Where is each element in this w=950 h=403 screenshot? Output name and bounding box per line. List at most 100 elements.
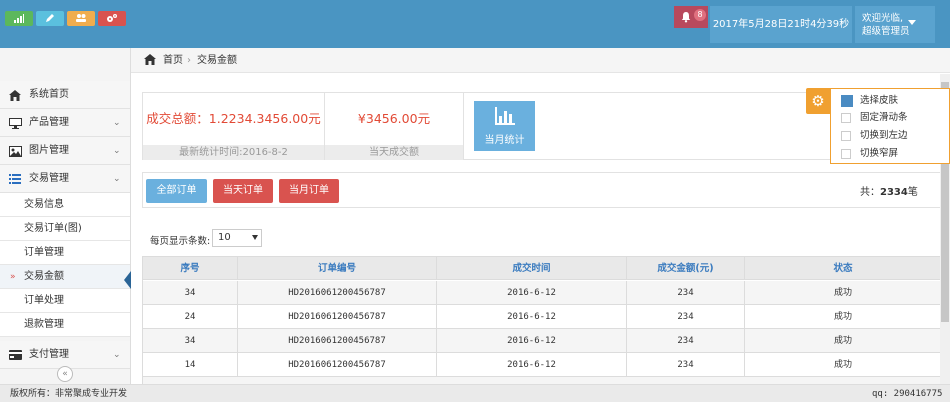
skin-option-label: 切换到左边 [860, 130, 908, 141]
filter-all-button[interactable]: 全部订单 [146, 179, 207, 203]
home-icon [144, 48, 156, 75]
sidebar-subitem-label: 交易订单(图) [24, 223, 82, 234]
table-row[interactable]: 34 HD2016061200456787 2016-6-12 234 成功 [143, 281, 941, 305]
total-count-value: 2334 [880, 187, 908, 198]
cell-time: 2016-6-12 [437, 353, 627, 376]
sidebar-item-label: 支付管理 [29, 349, 69, 360]
column-header-status[interactable]: 状态 [745, 257, 941, 279]
skin-option-label: 选择皮肤 [860, 95, 899, 106]
shortcut-users-button[interactable] [67, 11, 95, 26]
shortcut-edit-button[interactable] [36, 11, 64, 26]
table-row[interactable]: 34 HD2016061200456787 2016-6-12 234 成功 [143, 329, 941, 353]
sidebar-subitem-order-manage[interactable]: 订单管理 [0, 241, 130, 265]
sidebar-item-transactions[interactable]: 交易管理 ⌄ [0, 165, 130, 193]
copyright-text: 版权所有：非常聚成专业开发 [10, 389, 128, 399]
sidebar-collapse-button[interactable]: « [57, 366, 73, 382]
stat-today-cell: ¥3456.00元 当天成交额 [325, 93, 464, 160]
list-icon [8, 165, 22, 196]
sidebar-subitem-order-process[interactable]: 订单处理 [0, 289, 130, 313]
sidebar-subitem-label: 交易金额 [24, 271, 64, 282]
monthly-stats-button[interactable]: 当月统计 [474, 101, 535, 151]
stat-today-value: ¥3456.00元 [357, 111, 431, 126]
caret-down-icon [252, 235, 258, 240]
stat-today-caption: 当天成交额 [325, 145, 463, 160]
cell-index: 24 [143, 305, 238, 328]
settings-toggle-button[interactable]: ⚙ [806, 88, 830, 114]
stat-total-cell: 成交总额：1.2234.3456.00元 最新统计时间:2016-8-2 [143, 93, 325, 160]
skin-option-label: 固定滑动条 [860, 112, 908, 123]
breadcrumb: 首页 › 交易金额 [131, 48, 950, 73]
footer: 版权所有：非常聚成专业开发 qq: 290416775 [0, 384, 950, 402]
cell-amount: 234 [627, 353, 745, 376]
cell-status: 成功 [833, 288, 852, 298]
column-header-amount[interactable]: 成交金额(元) [627, 257, 745, 279]
user-menu[interactable]: 欢迎光临, 超级管理员 [855, 6, 935, 43]
user-role: 超级管理员 [862, 26, 910, 37]
sidebar-subitem-amount[interactable]: » 交易金额 [0, 265, 130, 289]
page-size-value: 10 [218, 232, 231, 243]
welcome-text: 欢迎光临, [862, 13, 904, 24]
sidebar-item-payments[interactable]: 支付管理 ⌄ [0, 341, 130, 369]
sidebar-item-images[interactable]: 图片管理 ⌄ [0, 137, 130, 165]
shortcut-signal-button[interactable] [5, 11, 33, 26]
sidebar-item-home[interactable]: 系统首页 [0, 81, 130, 109]
contact-qq: qq: 290416775 [872, 389, 943, 399]
sidebar-subitem-order-chart[interactable]: 交易订单(图) [0, 217, 130, 241]
current-datetime: 2017年5月28日21时4分39秒 [710, 6, 852, 43]
total-suffix: 笔 [907, 187, 918, 198]
sidebar-item-label: 产品管理 [29, 117, 69, 128]
column-header-index[interactable]: 序号 [143, 257, 238, 279]
cell-status: 成功 [833, 336, 852, 346]
cell-time: 2016-6-12 [437, 329, 627, 352]
checkbox[interactable] [841, 131, 851, 141]
table-header-row: 序号 订单编号 成交时间 成交金额(元) 状态 [143, 256, 941, 280]
sidebar-item-label: 交易管理 [29, 173, 69, 184]
credit-card-icon [8, 341, 22, 372]
cell-index: 34 [143, 329, 238, 352]
sidebar-item-products[interactable]: 产品管理 ⌄ [0, 109, 130, 137]
checkbox[interactable] [841, 113, 851, 123]
sidebar-item-label: 图片管理 [29, 145, 69, 156]
sidebar-subitem-label: 交易信息 [24, 199, 64, 210]
active-marker: » [10, 272, 16, 282]
sidebar-subitem-transaction-info[interactable]: 交易信息 [0, 193, 130, 217]
stat-total-caption: 最新统计时间:2016-8-2 [143, 145, 324, 160]
table-row[interactable]: 24 HD2016061200456787 2016-6-12 234 成功 [143, 305, 941, 329]
page-size-select[interactable]: 10 [212, 229, 262, 247]
cell-time: 2016-6-12 [437, 281, 627, 304]
cell-status: 成功 [833, 312, 852, 322]
double-chevron-left-icon: « [62, 369, 68, 379]
skin-color-swatch[interactable] [841, 95, 853, 107]
table-row[interactable]: 14 HD2016061200456787 2016-6-12 234 成功 [143, 353, 941, 377]
cell-time: 2016-6-12 [437, 305, 627, 328]
chevron-down-icon: ⌄ [113, 350, 121, 360]
users-icon [76, 14, 86, 22]
filter-today-button[interactable]: 当天订单 [213, 179, 273, 203]
chevron-down-icon: ⌄ [113, 174, 121, 184]
sidebar-subitem-label: 订单管理 [24, 247, 64, 258]
shortcut-settings-button[interactable] [98, 11, 126, 26]
cell-index: 34 [143, 281, 238, 304]
total-count: 共：2334笔 [860, 183, 918, 198]
cell-amount: 234 [627, 329, 745, 352]
skin-option-label: 切换窄屏 [860, 148, 899, 159]
notification-count-badge: 8 [694, 9, 706, 21]
chevron-down-icon: ⌄ [113, 118, 121, 128]
page-size-label: 每页显示条数: [150, 236, 211, 247]
checkbox[interactable] [841, 149, 851, 159]
filter-month-button[interactable]: 当月订单 [279, 179, 339, 203]
cell-order-no: HD2016061200456787 [238, 281, 437, 304]
column-header-time[interactable]: 成交时间 [437, 257, 627, 279]
breadcrumb-current: 交易金额 [197, 55, 237, 66]
cell-order-no: HD2016061200456787 [238, 305, 437, 328]
sidebar-item-label: 系统首页 [29, 89, 69, 100]
orders-table: 序号 订单编号 成交时间 成交金额(元) 状态 34 HD20160612004… [142, 256, 942, 384]
column-header-order-no[interactable]: 订单编号 [238, 257, 437, 279]
cell-status: 成功 [833, 360, 852, 370]
chevron-down-icon: ⌄ [113, 146, 121, 156]
pencil-icon [46, 14, 54, 22]
caret-down-icon[interactable] [908, 20, 916, 25]
breadcrumb-home-link[interactable]: 首页 [163, 48, 183, 73]
bar-chart-icon [494, 107, 515, 125]
sidebar-subitem-refund[interactable]: 退款管理 [0, 313, 130, 337]
